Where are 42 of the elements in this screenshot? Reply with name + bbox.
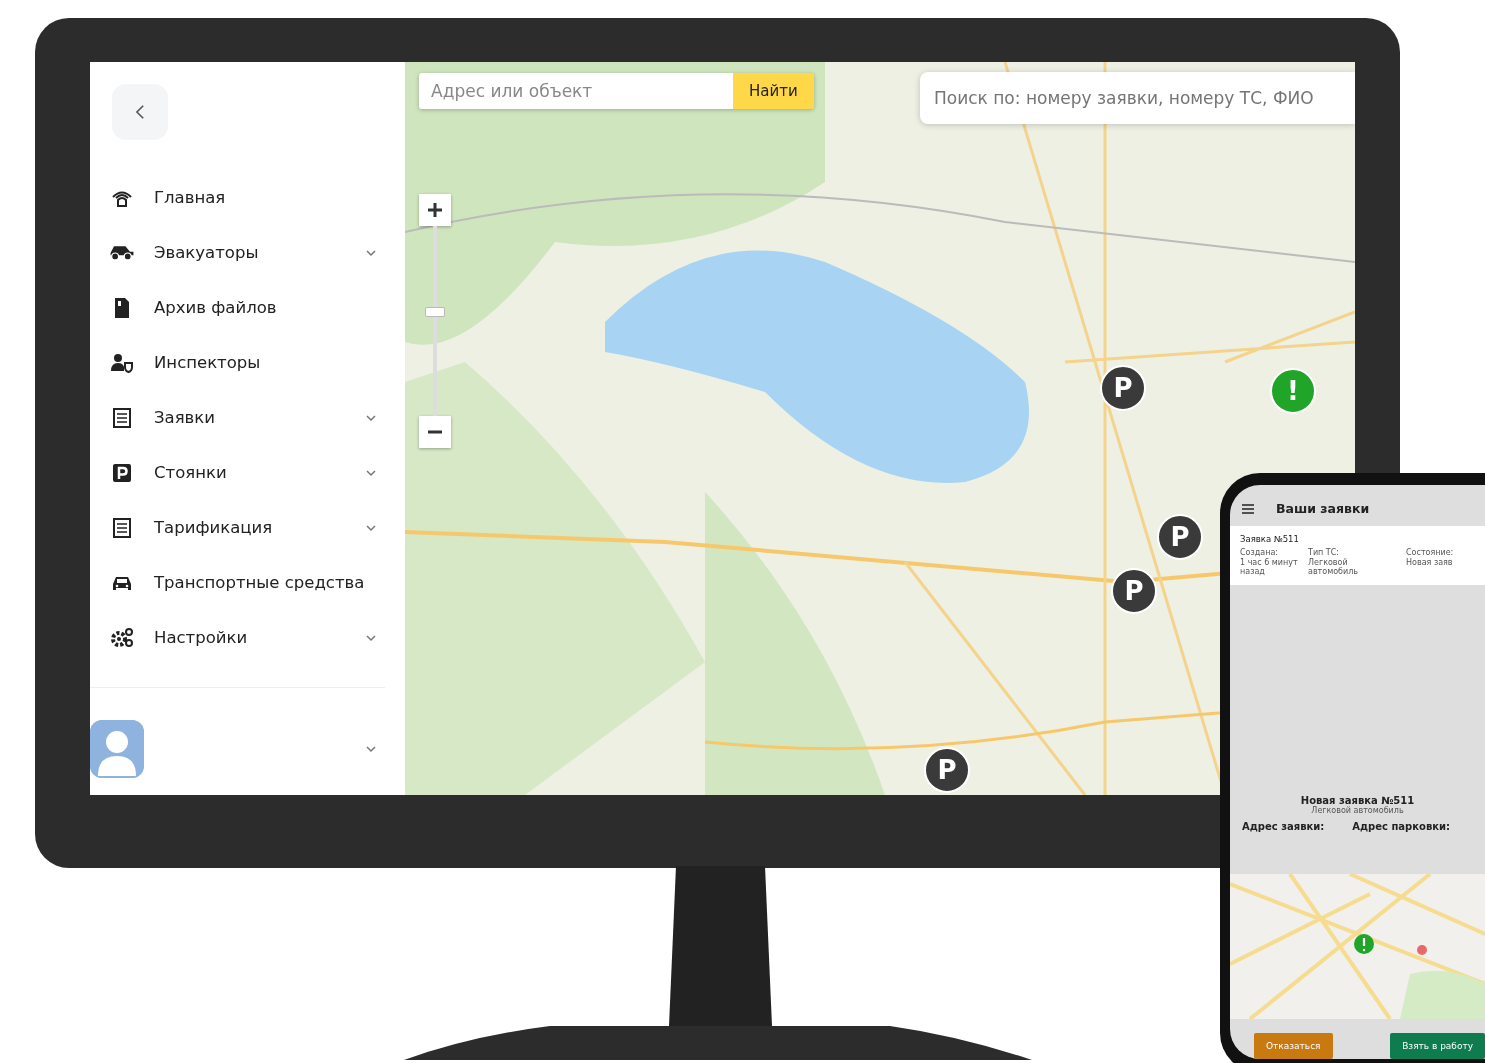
sidebar-item[interactable]: Транспортные средства [154, 573, 365, 592]
find-button[interactable]: Найти [733, 73, 814, 109]
sheet-title: Новая заявка №511 [1300, 795, 1415, 806]
menu-icon[interactable] [1242, 503, 1254, 514]
minus-icon [427, 430, 443, 434]
request-title: Заявка №511 [1240, 534, 1300, 544]
list-icon [110, 405, 134, 430]
sidebar-item[interactable]: Инспекторы [154, 353, 345, 372]
sidebar-item[interactable]: Главная [154, 188, 345, 207]
plus-icon [427, 202, 443, 218]
field-label: Состояние: [1406, 548, 1454, 558]
zoom-in-button[interactable] [419, 194, 451, 226]
zoom-slider-handle[interactable] [425, 306, 445, 317]
sidebar-item[interactable]: Тарификация [154, 518, 345, 537]
list-icon [110, 515, 134, 540]
sidebar-item[interactable]: Настройки [154, 628, 345, 647]
chevron-down-icon[interactable] [365, 523, 377, 532]
action-button[interactable]: Взять в работу [1390, 1033, 1485, 1059]
address-label: Адрес парковки: [1352, 821, 1451, 832]
chevron-down-icon[interactable] [365, 633, 377, 642]
screen-title: Ваши заявки [1276, 501, 1370, 516]
request-search-field[interactable]: Поиск по: номеру заявки, номеру ТС, ФИО [920, 72, 1355, 124]
sidebar-item[interactable]: Заявки [154, 408, 345, 427]
address-label: Адрес заявки: [1242, 821, 1325, 832]
gears-icon [110, 625, 134, 650]
field-label: Создана: [1240, 548, 1279, 558]
field-value: Легковой автомобиль [1308, 557, 1360, 577]
chevron-left-icon [135, 104, 145, 120]
field-value: 1 час 6 минут назад [1240, 557, 1299, 577]
chevron-down-icon[interactable] [365, 468, 377, 477]
field-label: Тип ТС: [1308, 548, 1341, 558]
request-card[interactable]: Заявка №511 Создана: 1 час 6 минут назад Тип ТС: Легковой автомобиль Состояние: Новая заяв [1230, 526, 1485, 585]
zoom-out-button[interactable] [419, 416, 451, 448]
address-search-field[interactable]: Адрес или объект [419, 73, 733, 109]
sidebar-item[interactable]: Архив файлов [154, 298, 345, 317]
sidebar-item[interactable]: Стоянки [154, 463, 345, 482]
sheet-subtitle: Легковой автомобиль [1311, 806, 1404, 815]
chevron-down-icon[interactable] [365, 413, 377, 422]
sidebar-item[interactable]: Эвакуаторы [154, 243, 345, 262]
field-value: Новая заяв [1406, 557, 1454, 568]
chevron-down-icon[interactable] [365, 248, 377, 257]
chevron-down-icon[interactable] [365, 745, 377, 753]
